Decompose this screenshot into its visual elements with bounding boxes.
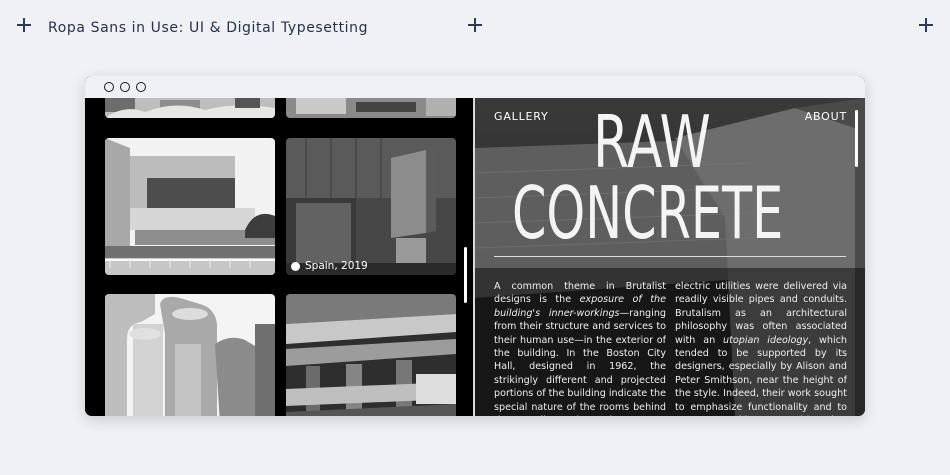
caption-text: Spain, 2019 [305,260,368,272]
headline-rule [494,256,846,257]
window-titlebar [85,76,865,98]
nav-gallery-link[interactable]: GALLERY [494,110,549,123]
gallery-tile[interactable] [105,138,275,275]
hero-scrollbar[interactable] [855,110,858,167]
window-control-dot[interactable] [136,82,146,92]
plus-icon [468,18,482,32]
browser-window: Spain, 2019 GALLERY ABOUT RAW CONCRETE A… [85,76,865,416]
body-text-column-1: A common theme in Brutalist designs is t… [494,280,666,416]
gallery-tile[interactable]: Spain, 2019 [286,138,456,275]
image-caption: Spain, 2019 [291,260,368,272]
location-dot-icon [291,261,300,271]
page-title: Ropa Sans in Use: UI & Digital Typesetti… [48,20,369,36]
gallery-pane: Spain, 2019 [85,98,473,416]
gallery-tile[interactable] [286,294,456,416]
body-text-column-2: electric utilities were delivered via re… [675,280,847,416]
window-control-dot[interactable] [120,82,130,92]
body-text-italic: utopian ideology [723,334,809,346]
hero-panel: GALLERY ABOUT RAW CONCRETE A common them… [475,98,865,416]
gallery-tile[interactable] [105,98,275,118]
body-text-run: , which tended to be supported by its de… [675,334,847,416]
gallery-tile[interactable] [286,98,456,118]
gallery-scrollbar[interactable] [464,247,467,303]
headline-line-1: RAW [593,100,711,184]
body-text-run: —ranging from their structure and servic… [494,307,666,416]
nav-about-link[interactable]: ABOUT [805,110,847,123]
gallery-tile[interactable] [105,294,275,416]
window-control-dot[interactable] [104,82,114,92]
plus-icon [17,18,31,32]
headline-line-2: CONCRETE [512,171,784,255]
plus-icon [919,18,933,32]
